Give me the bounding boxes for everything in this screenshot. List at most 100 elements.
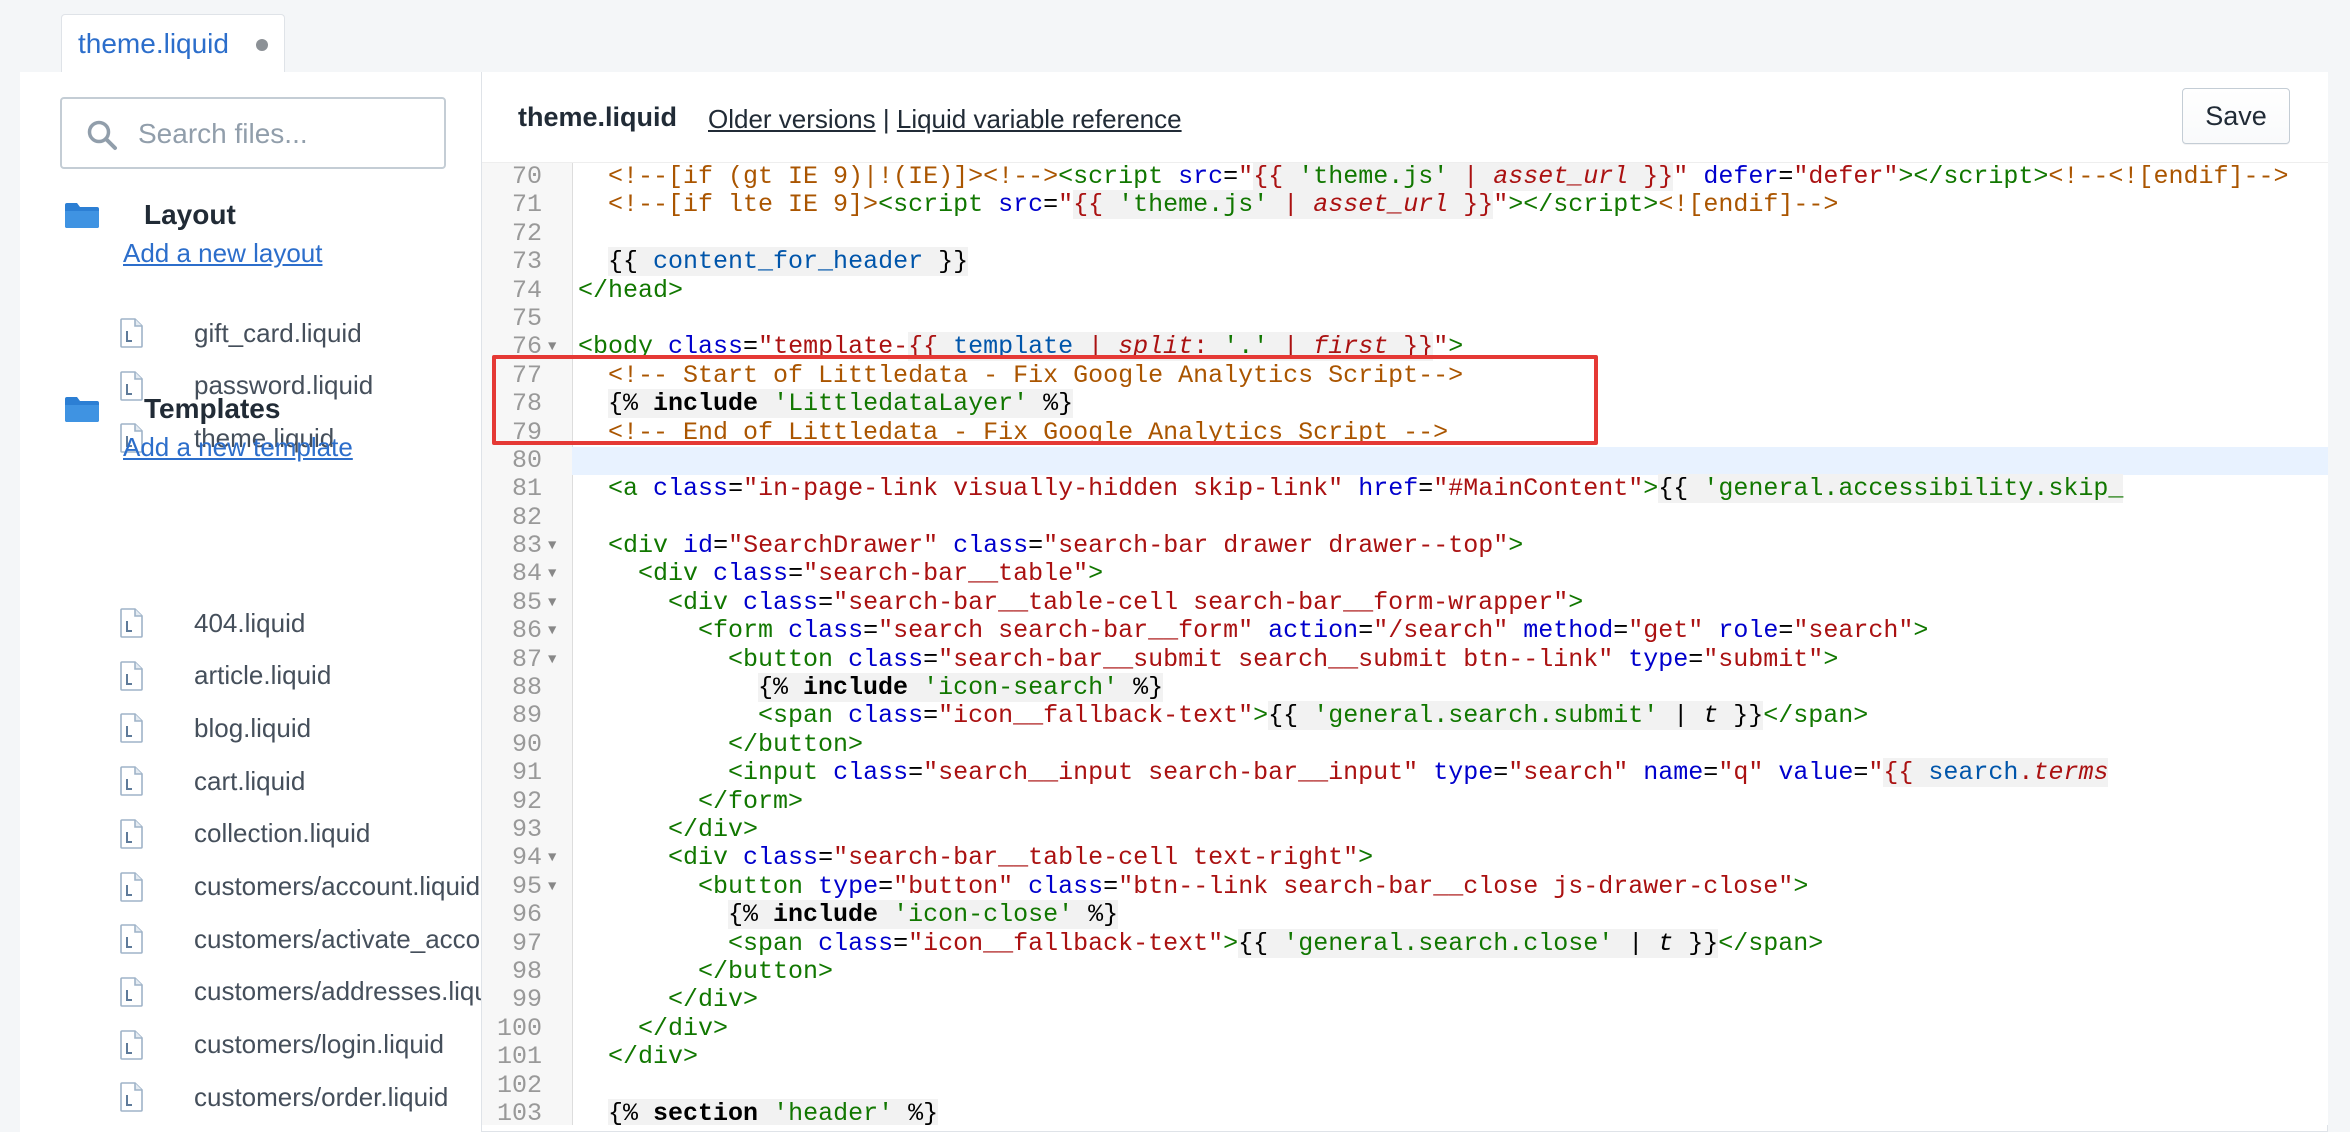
file-icon <box>120 1082 143 1113</box>
line-number: 79 <box>511 417 542 447</box>
code-line: 79 <!-- End of Littledata - Fix Google A… <box>482 417 2328 447</box>
code-lines: 70 <!--[if (gt IE 9)|!(IE)]><!--><script… <box>482 163 2328 1125</box>
line-number: 82 <box>511 502 542 532</box>
add-template-link[interactable]: Add a new template <box>123 432 353 463</box>
code-line: 78 {% include 'LittledataLayer' %} <box>482 389 2328 419</box>
code-line: 77 <!-- Start of Littledata - Fix Google… <box>482 361 2328 390</box>
section-title-templates: Templates <box>144 393 281 424</box>
code-text: <input class="search__input search-bar__… <box>728 758 2109 788</box>
line-number: 78 <box>511 389 542 419</box>
add-layout-link[interactable]: Add a new layout <box>123 238 322 269</box>
line-number: 70 <box>511 162 542 191</box>
line-number: 101 <box>496 1042 542 1072</box>
fold-arrow-icon[interactable]: ▼ <box>548 617 556 645</box>
code-line: 81 <a class="in-page-link visually-hidde… <box>482 474 2328 504</box>
line-number: 97 <box>511 928 542 958</box>
file-item[interactable]: gift_card.liquid <box>120 313 362 353</box>
line-number: 94 <box>511 843 542 873</box>
file-item[interactable]: article.liquid <box>120 656 331 696</box>
file-name: collection.liquid <box>194 818 371 849</box>
file-item[interactable]: customers/addresses.liquid <box>120 972 482 1012</box>
code-line: 84 ▼ <div class="search-bar__table"> <box>482 560 2328 589</box>
file-name: gift_card.liquid <box>194 317 362 348</box>
file-name: customers/addresses.liquid <box>194 976 482 1007</box>
code-line: 83 ▼ <div id="SearchDrawer" class="search… <box>482 531 2328 561</box>
tab-label: theme.liquid <box>78 27 229 59</box>
file-icon <box>120 713 143 744</box>
line-number: 85 <box>511 587 542 617</box>
file-item[interactable]: customers/login.liquid <box>120 1025 444 1065</box>
code-line: 76 ▼ <body class="template-{{ template | s… <box>482 332 2328 362</box>
code-text: <span class="icon__fallback-text">{{ 'ge… <box>728 928 1824 958</box>
code-text: <button class="search-bar__submit search… <box>728 644 1839 674</box>
file-item[interactable]: blog.liquid <box>120 708 311 748</box>
code-text: </button> <box>698 956 834 986</box>
line-number: 71 <box>511 190 542 220</box>
line-number: 89 <box>511 701 542 731</box>
file-icon <box>120 608 143 638</box>
code-line: 96 {% include 'icon-close' %} <box>482 900 2328 930</box>
fold-arrow-icon[interactable]: ▼ <box>548 844 556 872</box>
fold-arrow-icon[interactable]: ▼ <box>548 560 556 588</box>
line-number: 80 <box>511 445 542 475</box>
file-icon <box>120 370 143 401</box>
search-files-input[interactable] <box>136 113 430 155</box>
line-number: 87 <box>511 644 542 674</box>
code-text: <body class="template-{{ template | spli… <box>578 332 1464 362</box>
code-line: 70 <!--[if (gt IE 9)|!(IE)]><!--><script… <box>482 163 2328 191</box>
save-button[interactable]: Save <box>2182 88 2290 144</box>
code-text: <button type="button" class="btn--link s… <box>698 871 1809 901</box>
line-number: 95 <box>511 871 542 901</box>
file-icon <box>120 977 143 1007</box>
code-editor[interactable]: 70 <!--[if (gt IE 9)|!(IE)]><!--><script… <box>482 162 2328 1125</box>
code-line: 74 </head> <box>482 275 2328 305</box>
line-number: 91 <box>511 758 542 788</box>
line-number: 76 <box>511 332 542 362</box>
file-name: customers/activate_account.liquid <box>194 923 481 954</box>
code-text: <form class="search search-bar__form" ac… <box>698 616 1929 646</box>
file-item[interactable]: customers/order.liquid <box>120 1077 448 1117</box>
line-number: 75 <box>511 303 542 333</box>
code-line: 94 ▼ <div class="search-bar__table-cell t… <box>482 843 2328 873</box>
code-line: 71 <!--[if lte IE 9]><script src="{{ 'th… <box>482 190 2328 220</box>
fold-arrow-icon[interactable]: ▼ <box>548 333 556 361</box>
file-item[interactable]: customers/account.liquid <box>120 867 480 907</box>
line-number: 83 <box>511 531 542 561</box>
line-number: 88 <box>511 673 542 703</box>
file-icon <box>120 871 143 902</box>
code-text: </button> <box>728 729 864 759</box>
code-line: 73 {{ content_for_header }} <box>482 247 2328 277</box>
code-text: </head> <box>578 275 684 305</box>
folder-icon <box>65 203 99 228</box>
code-line: 101 </div> <box>482 1042 2328 1072</box>
fold-arrow-icon[interactable]: ▼ <box>548 646 556 674</box>
code-text: </div> <box>668 985 759 1015</box>
older-versions-link[interactable]: Older versions <box>708 104 876 134</box>
line-number: 96 <box>511 900 542 930</box>
fold-arrow-icon[interactable]: ▼ <box>548 873 556 901</box>
liquid-reference-link[interactable]: Liquid variable reference <box>897 104 1182 134</box>
line-number: 100 <box>496 1013 542 1043</box>
file-item[interactable]: collection.liquid <box>120 814 370 854</box>
code-line: 100 </div> <box>482 1013 2328 1043</box>
code-text: {{ content_for_header }} <box>608 247 969 277</box>
search-box <box>60 97 446 169</box>
file-icon <box>120 818 143 849</box>
code-line: 91 <input class="search__input search-ba… <box>482 758 2328 788</box>
line-number: 92 <box>511 786 542 816</box>
file-icon <box>120 660 143 691</box>
tab-bar: theme.liquid <box>0 0 2350 74</box>
tab-theme-liquid[interactable]: theme.liquid <box>61 14 285 72</box>
fold-arrow-icon[interactable]: ▼ <box>548 589 556 617</box>
file-item[interactable]: cart.liquid <box>120 761 305 801</box>
editor-header: theme.liquid Older versions | Liquid var… <box>482 72 2328 162</box>
code-line: 93 </div> <box>482 815 2328 844</box>
line-number: 81 <box>511 474 542 504</box>
file-item[interactable]: 404.liquid <box>120 603 305 643</box>
unsaved-dot-icon <box>256 39 268 51</box>
folder-icon <box>65 397 99 422</box>
file-item[interactable]: customers/activate_account.liquid <box>120 919 481 959</box>
code-line: 82 <box>482 502 2328 532</box>
fold-arrow-icon[interactable]: ▼ <box>548 532 556 560</box>
code-text: <div id="SearchDrawer" class="search-bar… <box>608 531 1524 561</box>
